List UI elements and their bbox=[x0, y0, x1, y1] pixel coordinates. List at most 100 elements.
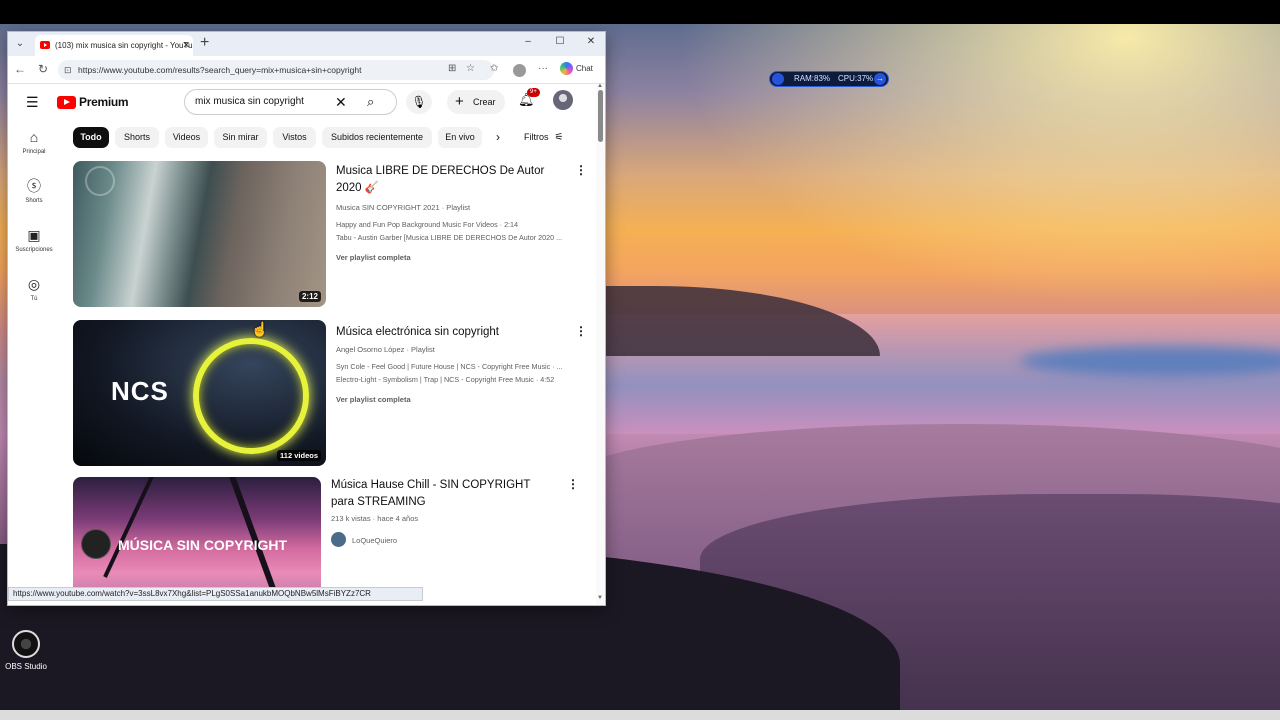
url-text: https://www.youtube.com/results?search_q… bbox=[78, 65, 362, 75]
chip-sin-mirar[interactable]: Sin mirar bbox=[214, 127, 267, 148]
filters-button[interactable]: Filtros ⚟ bbox=[524, 127, 563, 148]
site-info-icon[interactable]: ⊡ bbox=[64, 60, 72, 80]
duration-badge: 2:12 bbox=[298, 291, 321, 302]
address-bar: ← ↻ ⊡ https://www.youtube.com/results?se… bbox=[8, 56, 605, 84]
more-options-icon[interactable]: ⋮ bbox=[567, 477, 579, 491]
playlist-video-2[interactable]: Tabu - Austin Garber [Musica LIBRE DE DE… bbox=[336, 231, 581, 244]
result-item[interactable]: NCS 112 videos Música electrónica sin co… bbox=[73, 320, 593, 470]
favorites-icon[interactable]: ✩ bbox=[490, 63, 498, 74]
tab-search-icon[interactable]: ⌄ bbox=[12, 36, 28, 52]
playlist-video-2[interactable]: Electro-Light - Symbolism | Trap | NCS -… bbox=[336, 373, 581, 386]
youtube-page: ☰ Premium mix musica sin copyright ✕ ⌕ 🎙… bbox=[8, 85, 605, 605]
more-menu-icon[interactable]: ··· bbox=[538, 63, 548, 74]
filters-label: Filtros bbox=[524, 132, 549, 142]
youtube-favicon-icon bbox=[40, 41, 50, 49]
result-item[interactable]: 2:12 Musica LIBRE DE DERECHOS De Autor 2… bbox=[73, 161, 593, 311]
result-title[interactable]: Música Hause Chill - SIN COPYRIGHT para … bbox=[331, 477, 546, 511]
app-install-icon[interactable]: ⊞ bbox=[448, 63, 456, 74]
obs-desktop-shortcut[interactable]: OBS Studio bbox=[4, 630, 48, 676]
result-channel[interactable]: Musica SIN COPYRIGHT 2021 · Playlist bbox=[336, 203, 470, 212]
link-status-bar: https://www.youtube.com/watch?v=3ssL8vx7… bbox=[8, 587, 423, 601]
result-title[interactable]: Música electrónica sin copyright bbox=[336, 324, 566, 341]
scrollbar-thumb[interactable] bbox=[598, 90, 603, 142]
filters-icon: ⚟ bbox=[554, 132, 564, 143]
new-tab-button[interactable]: + bbox=[200, 35, 209, 51]
result-title[interactable]: Musica LIBRE DE DERECHOS De Autor 2020 🎸 bbox=[336, 163, 551, 197]
tab-strip: ⌄ (103) mix musica sin copyright - YouTu… bbox=[8, 32, 605, 56]
favorite-star-icon[interactable]: ☆ bbox=[466, 63, 475, 74]
result-channel[interactable]: Angel Osorno López · Playlist bbox=[336, 345, 435, 354]
result-thumbnail[interactable]: 2:12 bbox=[73, 161, 326, 307]
thumbnail-decoration bbox=[85, 166, 115, 196]
sidebar-item-shorts[interactable]: ⓢ Shorts bbox=[8, 168, 60, 217]
playlist-video-1[interactable]: Syn Cole - Feel Good | Future House | NC… bbox=[336, 360, 581, 373]
youtube-sidebar: ⌂ Principal ⓢ Shorts ▣ Suscripciones ◎ T… bbox=[8, 119, 60, 315]
tab-close-icon[interactable]: ✕ bbox=[182, 35, 190, 56]
youtube-play-icon bbox=[57, 96, 76, 109]
notifications-icon[interactable]: 🔔︎ 9+ bbox=[518, 88, 540, 108]
voice-search-icon[interactable]: 🎙 bbox=[406, 90, 432, 114]
scroll-down-icon[interactable]: ▼ bbox=[597, 595, 603, 601]
create-label: Crear bbox=[473, 97, 496, 107]
scroll-up-icon[interactable]: ▲ bbox=[597, 83, 603, 89]
view-playlist-link[interactable]: Ver playlist completa bbox=[336, 253, 411, 262]
account-avatar[interactable] bbox=[553, 90, 573, 110]
view-playlist-link[interactable]: Ver playlist completa bbox=[336, 395, 411, 404]
result-thumbnail[interactable]: MÚSICA SIN COPYRIGHT bbox=[73, 477, 321, 597]
chip-en-vivo[interactable]: En vivo bbox=[438, 127, 482, 148]
sidebar-label: Tú bbox=[30, 296, 38, 302]
logo-text: Premium bbox=[79, 95, 129, 109]
search-divider bbox=[357, 90, 358, 114]
page-scrollbar[interactable]: ▲ ▼ bbox=[596, 83, 605, 605]
sidebar-label: Principal bbox=[22, 149, 46, 155]
chat-label: Chat bbox=[576, 64, 593, 73]
reload-icon[interactable]: ↻ bbox=[38, 62, 48, 76]
home-icon: ⌂ bbox=[29, 129, 39, 145]
system-monitor-widget[interactable]: RAM:83% CPU:37% → bbox=[769, 71, 889, 87]
thumbnail-text: MÚSICA SIN COPYRIGHT bbox=[118, 537, 288, 553]
clear-search-icon[interactable]: ✕ bbox=[335, 90, 347, 114]
notification-badge: 9+ bbox=[527, 88, 540, 97]
plus-icon: + bbox=[455, 93, 464, 110]
wallpaper-cliff bbox=[600, 286, 880, 356]
back-icon[interactable]: ← bbox=[14, 62, 26, 76]
shorts-icon: ⓢ bbox=[27, 178, 41, 194]
maximize-button[interactable]: ☐ bbox=[550, 36, 570, 47]
result-thumbnail[interactable]: NCS 112 videos bbox=[73, 320, 326, 466]
chip-subidos-recientemente[interactable]: Subidos recientemente bbox=[322, 127, 432, 148]
minimize-button[interactable]: – bbox=[518, 36, 538, 47]
user-icon: ◎ bbox=[27, 276, 41, 292]
youtube-logo[interactable]: Premium bbox=[57, 94, 129, 110]
sidebar-item-principal[interactable]: ⌂ Principal bbox=[8, 119, 60, 168]
thumbnail-ring bbox=[193, 338, 309, 454]
chip-videos[interactable]: Videos bbox=[165, 127, 208, 148]
result-channel[interactable]: LoQueQuiero bbox=[352, 536, 397, 545]
close-window-button[interactable]: ✕ bbox=[581, 36, 601, 47]
chip-shorts[interactable]: Shorts bbox=[115, 127, 159, 148]
chip-todo[interactable]: Todo bbox=[73, 127, 109, 148]
ncs-logo: NCS bbox=[111, 376, 169, 406]
subscriptions-icon: ▣ bbox=[27, 227, 41, 243]
profile-icon[interactable] bbox=[513, 64, 526, 77]
chevron-right-icon[interactable]: › bbox=[496, 127, 500, 148]
search-icon[interactable]: ⌕ bbox=[367, 90, 374, 114]
sidebar-item-you[interactable]: ◎ Tú bbox=[8, 266, 60, 315]
channel-avatar[interactable] bbox=[331, 532, 346, 547]
create-button[interactable]: + Crear bbox=[447, 90, 505, 114]
widget-ram: RAM:83% bbox=[794, 74, 831, 83]
more-options-icon[interactable]: ⋮ bbox=[575, 324, 587, 338]
more-options-icon[interactable]: ⋮ bbox=[575, 163, 587, 177]
search-input[interactable]: mix musica sin copyright ✕ ⌕ bbox=[184, 89, 397, 115]
url-field[interactable]: ⊡ https://www.youtube.com/results?search… bbox=[58, 60, 494, 80]
menu-icon[interactable]: ☰ bbox=[26, 94, 39, 111]
copilot-chat-button[interactable]: Chat bbox=[560, 62, 593, 76]
taskbar bbox=[0, 710, 1280, 720]
obs-label: OBS Studio bbox=[5, 662, 47, 671]
mouse-cursor-icon: ☝ bbox=[251, 321, 269, 337]
tab-youtube[interactable]: (103) mix musica sin copyright - YouTube… bbox=[35, 35, 193, 56]
widget-arrow-icon[interactable]: → bbox=[874, 73, 886, 85]
youtube-header: ☰ Premium mix musica sin copyright ✕ ⌕ 🎙… bbox=[8, 85, 605, 119]
sidebar-item-subscriptions[interactable]: ▣ Suscripciones bbox=[8, 217, 60, 266]
playlist-video-1[interactable]: Happy and Fun Pop Background Music For V… bbox=[336, 218, 581, 231]
chip-vistos[interactable]: Vistos bbox=[273, 127, 316, 148]
